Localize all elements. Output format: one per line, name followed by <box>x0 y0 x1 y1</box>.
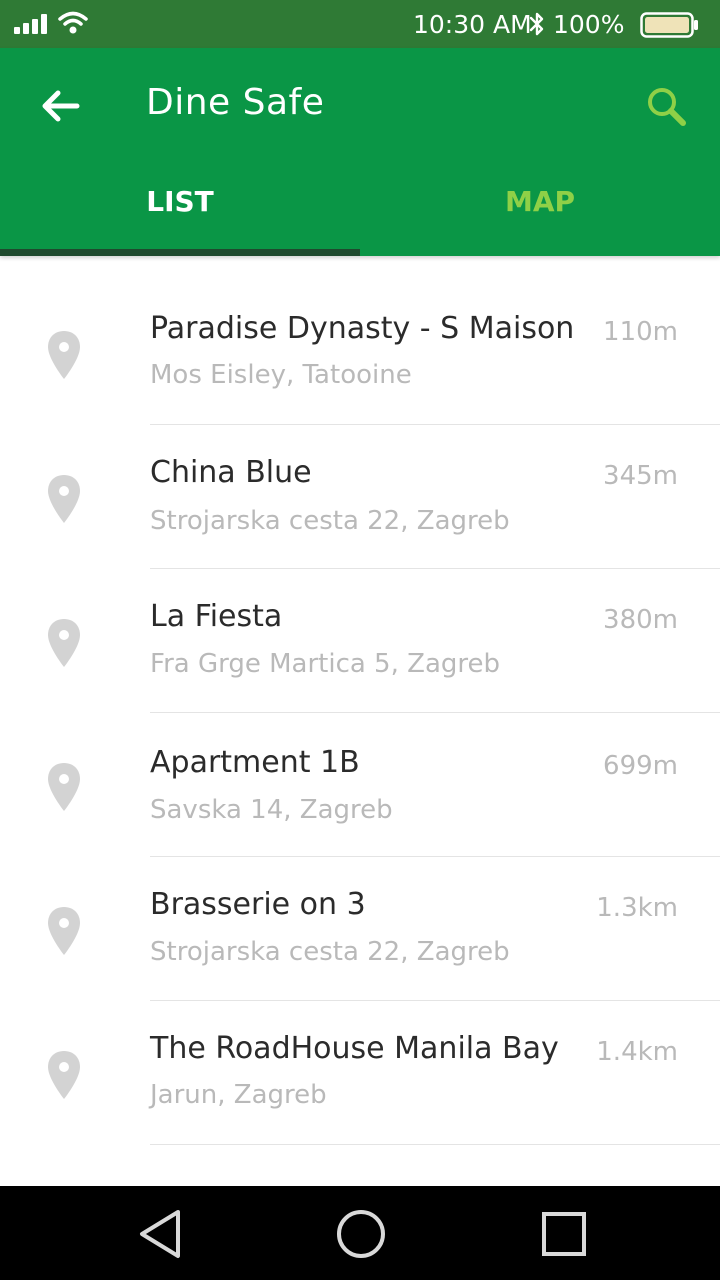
map-pin-icon <box>48 907 80 955</box>
restaurant-name: Paradise Dynasty - S Maison <box>150 311 575 346</box>
restaurant-distance: 1.3km <box>596 893 678 923</box>
restaurant-name: Apartment 1B <box>150 745 360 780</box>
battery-icon <box>640 12 698 38</box>
signal-icon <box>14 14 47 34</box>
recents-square-icon <box>542 1212 586 1256</box>
map-pin-icon <box>48 619 80 667</box>
tab-map[interactable]: MAP <box>360 152 720 256</box>
restaurant-distance: 345m <box>603 461 678 491</box>
nav-back-button[interactable] <box>132 1206 188 1262</box>
restaurant-distance: 699m <box>603 751 678 781</box>
app-bar: Dine Safe LIST MAP <box>0 48 720 256</box>
tab-indicator <box>0 249 360 256</box>
back-button[interactable] <box>34 80 86 132</box>
tab-list[interactable]: LIST <box>0 152 360 256</box>
map-pin-icon <box>48 331 80 379</box>
restaurant-address: Jarun, Zagreb <box>150 1080 327 1110</box>
bluetooth-icon <box>529 12 544 36</box>
search-icon <box>648 88 686 126</box>
battery-percent: 100% <box>553 10 625 39</box>
restaurant-address: Fra Grge Martica 5, Zagreb <box>150 649 500 679</box>
restaurant-name: La Fiesta <box>150 599 283 634</box>
restaurant-address: Mos Eisley, Tatooine <box>150 360 412 390</box>
restaurant-list: Paradise Dynasty - S Maison Mos Eisley, … <box>0 256 720 1145</box>
status-time: 10:30 AM <box>413 10 532 39</box>
map-pin-icon <box>48 1051 80 1099</box>
page-title: Dine Safe <box>146 82 325 123</box>
wifi-icon <box>58 11 88 34</box>
list-item[interactable]: Paradise Dynasty - S Maison Mos Eisley, … <box>0 256 720 425</box>
arrow-left-icon <box>42 90 80 122</box>
back-triangle-icon <box>140 1210 180 1258</box>
navigation-bar <box>0 1186 720 1280</box>
restaurant-address: Strojarska cesta 22, Zagreb <box>150 506 510 536</box>
restaurant-address: Strojarska cesta 22, Zagreb <box>150 937 510 967</box>
map-pin-icon <box>48 763 80 811</box>
divider <box>150 1144 720 1145</box>
nav-home-button[interactable] <box>333 1206 389 1262</box>
search-button[interactable] <box>640 80 692 132</box>
list-item[interactable]: Apartment 1B Savska 14, Zagreb 699m <box>0 713 720 857</box>
restaurant-name: Brasserie on 3 <box>150 887 366 922</box>
list-item[interactable]: Brasserie on 3 Strojarska cesta 22, Zagr… <box>0 857 720 1001</box>
restaurant-address: Savska 14, Zagreb <box>150 795 393 825</box>
restaurant-name: China Blue <box>150 455 312 490</box>
home-circle-icon <box>337 1210 385 1258</box>
nav-recents-button[interactable] <box>536 1206 592 1262</box>
list-item[interactable]: China Blue Strojarska cesta 22, Zagreb 3… <box>0 425 720 569</box>
restaurant-distance: 1.4km <box>596 1037 678 1067</box>
map-pin-icon <box>48 475 80 523</box>
restaurant-distance: 110m <box>603 317 678 347</box>
restaurant-name: The RoadHouse Manila Bay <box>150 1031 559 1066</box>
list-item[interactable]: La Fiesta Fra Grge Martica 5, Zagreb 380… <box>0 569 720 713</box>
list-item[interactable]: The RoadHouse Manila Bay Jarun, Zagreb 1… <box>0 1001 720 1145</box>
status-bar: 10:30 AM 100% <box>0 0 720 48</box>
restaurant-distance: 380m <box>603 605 678 635</box>
